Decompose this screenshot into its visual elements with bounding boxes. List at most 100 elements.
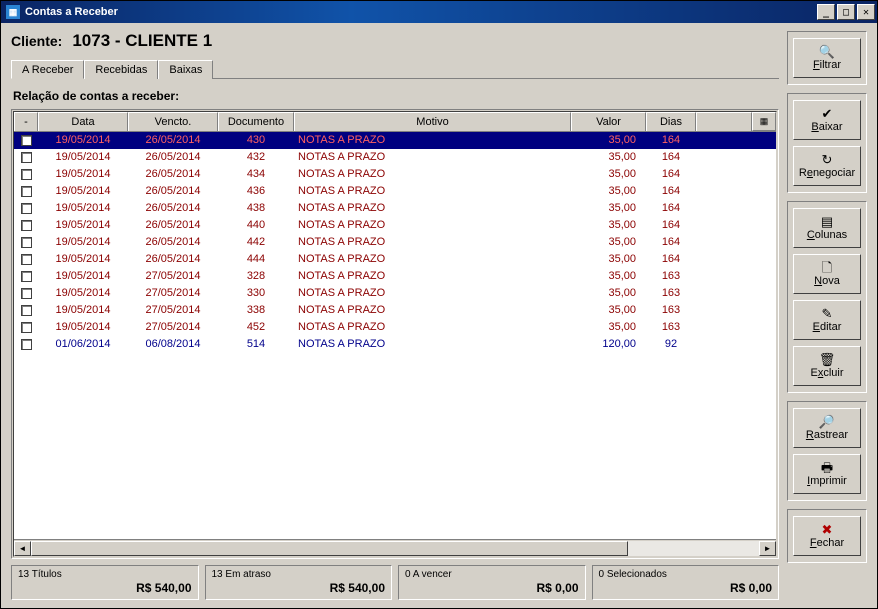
cell-motivo: NOTAS A PRAZO [294,251,571,268]
cell-motivo: NOTAS A PRAZO [294,132,571,149]
scroll-thumb[interactable] [31,541,628,556]
cell-dias: 164 [646,200,696,217]
renegociar-button[interactable]: ↻ Renegociar [793,146,861,186]
table-row[interactable]: 19/05/201426/05/2014432NOTAS A PRAZO35,0… [14,149,776,166]
table-row[interactable]: 19/05/201426/05/2014442NOTAS A PRAZO35,0… [14,234,776,251]
scroll-left-button[interactable]: ◄ [14,541,31,556]
table-row[interactable]: 19/05/201426/05/2014436NOTAS A PRAZO35,0… [14,183,776,200]
close-button[interactable]: ✕ [857,4,875,20]
sidebar: 🔍 FFiltrariltrar ✔ Baixar ↻ Renegociar ▤… [787,31,867,600]
cell-motivo: NOTAS A PRAZO [294,302,571,319]
imprimir-button[interactable]: 🖶 Imprimir [793,454,861,494]
colunas-button[interactable]: ▤ Colunas [793,208,861,248]
cell-motivo: NOTAS A PRAZO [294,149,571,166]
cell-dias: 164 [646,183,696,200]
cell-data: 19/05/2014 [38,149,128,166]
cell-data: 19/05/2014 [38,217,128,234]
cell-documento: 432 [218,149,294,166]
row-checkbox[interactable] [21,135,32,146]
nova-button[interactable]: 🗋 Nova [793,254,861,294]
col-valor[interactable]: Valor [571,112,646,131]
cell-dias: 164 [646,132,696,149]
summary-vencer: 0 A vencer R$ 0,00 [398,565,586,600]
row-checkbox[interactable] [21,339,32,350]
table-row[interactable]: 19/05/201426/05/2014440NOTAS A PRAZO35,0… [14,217,776,234]
table-row[interactable]: 01/06/201406/08/2014514NOTAS A PRAZO120,… [14,336,776,353]
col-checkbox[interactable]: - [14,112,38,131]
cell-documento: 338 [218,302,294,319]
row-checkbox[interactable] [21,152,32,163]
filtrar-button[interactable]: 🔍 FFiltrariltrar [793,38,861,78]
col-documento[interactable]: Documento [218,112,294,131]
fechar-button[interactable]: ✖ Fechar [793,516,861,556]
titlebar: ▦ Contas a Receber _ □ ✕ [1,1,877,23]
cell-motivo: NOTAS A PRAZO [294,234,571,251]
editar-button[interactable]: ✎ Editar [793,300,861,340]
new-icon: 🗋 [822,261,832,274]
cell-valor: 35,00 [571,200,646,217]
cell-vencto: 26/05/2014 [128,132,218,149]
row-checkbox[interactable] [21,203,32,214]
cell-documento: 436 [218,183,294,200]
cell-vencto: 27/05/2014 [128,285,218,302]
table-row[interactable]: 19/05/201426/05/2014434NOTAS A PRAZO35,0… [14,166,776,183]
cell-vencto: 26/05/2014 [128,149,218,166]
tab-baixas[interactable]: Baixas [158,60,213,79]
row-checkbox[interactable] [21,186,32,197]
table-row[interactable]: 19/05/201427/05/2014338NOTAS A PRAZO35,0… [14,302,776,319]
row-checkbox[interactable] [21,220,32,231]
table-row[interactable]: 19/05/201426/05/2014444NOTAS A PRAZO35,0… [14,251,776,268]
cell-vencto: 26/05/2014 [128,183,218,200]
col-data[interactable]: Data [38,112,128,131]
cell-vencto: 06/08/2014 [128,336,218,353]
row-checkbox[interactable] [21,254,32,265]
cell-documento: 444 [218,251,294,268]
maximize-button[interactable]: □ [837,4,855,20]
columns-icon: ▤ [821,215,833,228]
grid-panel: - Data Vencto. Documento Motivo Valor Di… [11,109,779,559]
cell-data: 19/05/2014 [38,166,128,183]
row-checkbox[interactable] [21,305,32,316]
cliente-value: 1073 - CLIENTE 1 [72,31,212,51]
grid-body[interactable]: 19/05/201426/05/2014430NOTAS A PRAZO35,0… [14,132,776,539]
refresh-icon: ↻ [822,153,833,166]
horizontal-scrollbar[interactable]: ◄ ► [14,539,776,556]
baixar-button[interactable]: ✔ Baixar [793,100,861,140]
scroll-right-button[interactable]: ► [759,541,776,556]
col-motivo[interactable]: Motivo [294,112,571,131]
cell-data: 19/05/2014 [38,268,128,285]
cell-documento: 514 [218,336,294,353]
row-checkbox[interactable] [21,322,32,333]
col-blank [696,112,752,131]
cell-dias: 92 [646,336,696,353]
cell-dias: 164 [646,251,696,268]
table-row[interactable]: 19/05/201427/05/2014328NOTAS A PRAZO35,0… [14,268,776,285]
col-vencto[interactable]: Vencto. [128,112,218,131]
row-checkbox[interactable] [21,169,32,180]
table-row[interactable]: 19/05/201426/05/2014438NOTAS A PRAZO35,0… [14,200,776,217]
cell-vencto: 26/05/2014 [128,166,218,183]
rastrear-button[interactable]: 🔎 Rastrear [793,408,861,448]
cell-documento: 328 [218,268,294,285]
window-title: Contas a Receber [25,6,118,18]
cell-vencto: 26/05/2014 [128,251,218,268]
table-row[interactable]: 19/05/201427/05/2014330NOTAS A PRAZO35,0… [14,285,776,302]
cell-dias: 163 [646,268,696,285]
cell-motivo: NOTAS A PRAZO [294,268,571,285]
row-checkbox[interactable] [21,288,32,299]
cell-data: 19/05/2014 [38,132,128,149]
table-row[interactable]: 19/05/201427/05/2014452NOTAS A PRAZO35,0… [14,319,776,336]
table-row[interactable]: 19/05/201426/05/2014430NOTAS A PRAZO35,0… [14,132,776,149]
scroll-track[interactable] [31,541,759,556]
row-checkbox[interactable] [21,271,32,282]
cliente-header: Cliente: 1073 - CLIENTE 1 [11,31,779,51]
tab-a-receber[interactable]: A Receber [11,60,84,79]
minimize-button[interactable]: _ [817,4,835,20]
grid-header: - Data Vencto. Documento Motivo Valor Di… [14,112,776,132]
excluir-button[interactable]: 🗑 Excluir [793,346,861,386]
tab-recebidas[interactable]: Recebidas [84,60,158,79]
cell-documento: 438 [218,200,294,217]
row-checkbox[interactable] [21,237,32,248]
grid-options-button[interactable]: ▦ [752,112,776,131]
col-dias[interactable]: Dias [646,112,696,131]
